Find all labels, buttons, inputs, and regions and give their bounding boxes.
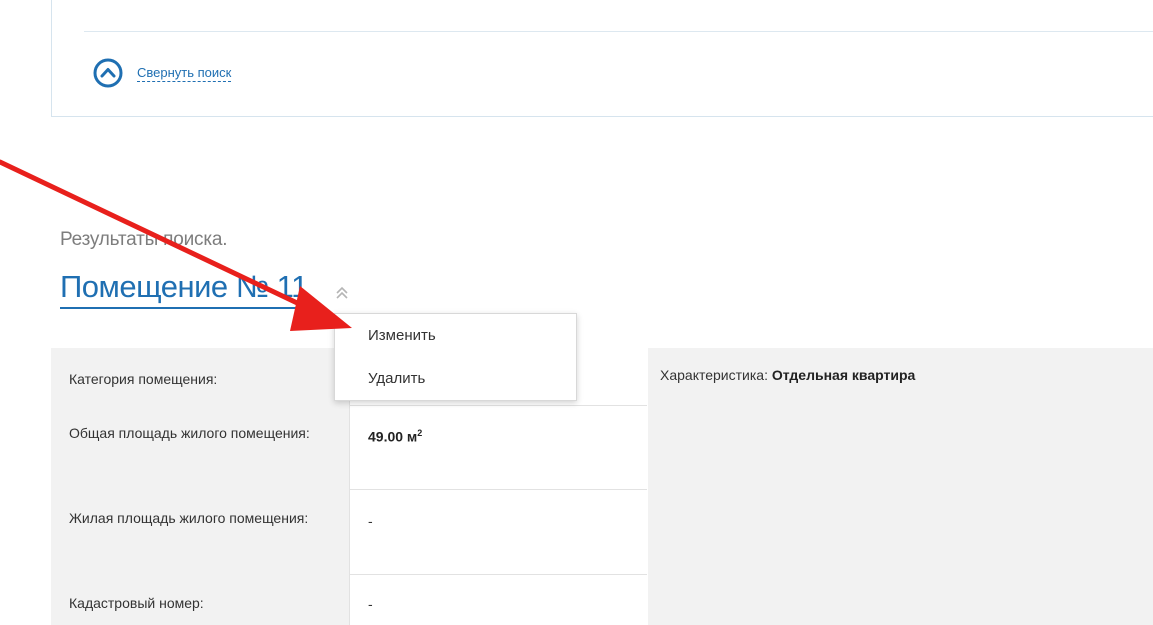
results-caption: Результаты поиска. bbox=[60, 229, 228, 250]
label-living-area: Жилая площадь жилого помещения: bbox=[69, 510, 309, 526]
value-total-area-unit-sup: 2 bbox=[417, 428, 423, 438]
row-divider bbox=[349, 574, 647, 575]
value-total-area-number: 49.00 м bbox=[368, 428, 418, 445]
characteristic-value: Отдельная квартира bbox=[771, 367, 916, 383]
collapse-search-link[interactable]: Свернуть поиск bbox=[92, 57, 232, 89]
label-column: Категория помещения: Общая площадь жилог… bbox=[51, 348, 349, 625]
value-living-area: - bbox=[368, 513, 373, 529]
menu-item-edit[interactable]: Изменить bbox=[368, 327, 436, 344]
room-actions-menu: Изменить Удалить bbox=[334, 313, 577, 401]
row-divider bbox=[349, 489, 647, 490]
value-total-area: 49.00 м2 bbox=[350, 423, 648, 448]
value-cadastral-number: - bbox=[368, 596, 373, 612]
label-cadastral-number: Кадастровый номер: bbox=[69, 595, 204, 611]
characteristic-label: Характеристика: bbox=[660, 367, 768, 383]
panel-divider bbox=[84, 31, 1153, 32]
menu-item-delete[interactable]: Удалить bbox=[368, 370, 425, 387]
double-chevron-up-icon[interactable] bbox=[334, 284, 350, 302]
label-total-area: Общая площадь жилого помещения: bbox=[69, 425, 310, 441]
collapse-search-label[interactable]: Свернуть поиск bbox=[137, 65, 232, 82]
room-title[interactable]: Помещение № 11 bbox=[60, 267, 313, 309]
chevron-up-circle-icon[interactable] bbox=[92, 57, 124, 89]
characteristic-text: Характеристика: Отдельная квартира bbox=[660, 367, 915, 383]
row-divider bbox=[349, 405, 647, 406]
characteristic-panel: Характеристика: Отдельная квартира bbox=[648, 348, 1153, 625]
label-category: Категория помещения: bbox=[69, 371, 218, 387]
